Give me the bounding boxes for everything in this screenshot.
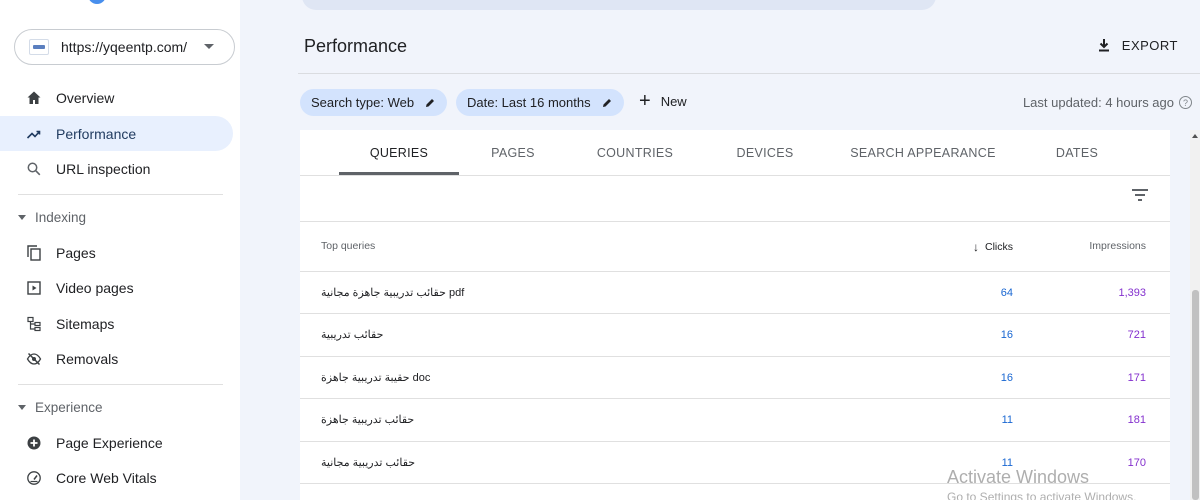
row-divider — [300, 356, 1170, 357]
plus-icon: + — [639, 90, 651, 112]
help-icon[interactable]: ? — [1179, 96, 1192, 109]
sidebar-item-core-web-vitals[interactable]: Core Web Vitals — [0, 460, 233, 495]
caret-down-icon — [18, 215, 26, 220]
table-row-query[interactable]: حقائب تدريبية — [321, 328, 383, 341]
property-url: https://yqeentp.com/ — [61, 39, 188, 55]
export-label: EXPORT — [1121, 37, 1178, 53]
caret-down-icon — [18, 405, 26, 410]
last-updated-text: Last updated: 4 hours ago — [1022, 95, 1174, 110]
sitemap-icon — [26, 316, 42, 332]
tab-devices[interactable]: DEVICES — [715, 130, 815, 175]
column-header-query: Top queries — [321, 240, 376, 252]
sidebar-item-label: Performance — [56, 125, 137, 142]
main-content: Performance EXPORT Search type: Web Date… — [240, 0, 1200, 500]
removals-icon — [26, 351, 42, 367]
new-label: New — [660, 93, 687, 109]
header-divider — [300, 271, 1170, 272]
search-icon — [26, 161, 42, 177]
last-updated: Last updated: 4 hours ago ? — [1023, 95, 1192, 110]
section-title: Experience — [35, 400, 103, 415]
sidebar-item-removals[interactable]: Removals — [0, 341, 233, 376]
table-row-impressions: 171 — [1127, 372, 1146, 384]
section-title: Indexing — [35, 210, 87, 225]
watermark-subtitle: Go to Settings to activate Windows. — [947, 490, 1137, 500]
tab-search-appearance[interactable]: SEARCH APPEARANCE — [843, 130, 1003, 175]
tab-queries[interactable]: QUERIES — [339, 130, 459, 175]
page-experience-icon — [26, 435, 42, 451]
sidebar-divider — [18, 194, 223, 195]
trending-up-icon — [26, 126, 42, 142]
video-pages-icon — [26, 280, 42, 296]
scroll-up-icon[interactable] — [1192, 134, 1198, 138]
filter-divider — [300, 221, 1170, 222]
sidebar-item-url-inspection[interactable]: URL inspection — [0, 151, 233, 186]
sidebar-item-label: Page Experience — [56, 434, 163, 451]
arrow-down-icon: ↓ — [973, 240, 979, 254]
chevron-down-icon — [204, 44, 214, 49]
windows-watermark: Activate Windows Go to Settings to activ… — [947, 467, 1136, 500]
sidebar-item-video-pages[interactable]: Video pages — [0, 270, 233, 305]
sidebar-item-label: Pages — [56, 244, 96, 261]
row-divider — [300, 398, 1170, 399]
search-bar[interactable] — [302, 0, 936, 10]
table-row-query[interactable]: حقائب تدريبية جاهزة — [321, 413, 414, 426]
sidebar-item-pages[interactable]: Pages — [0, 235, 233, 270]
pages-icon — [26, 244, 42, 261]
sidebar-item-performance[interactable]: Performance — [0, 116, 233, 151]
section-indexing[interactable]: Indexing — [18, 210, 86, 225]
chip-label: Search type: Web — [311, 95, 415, 110]
sidebar-item-page-experience[interactable]: Page Experience — [0, 425, 233, 460]
table-row-clicks: 16 — [1000, 372, 1013, 384]
tab-countries[interactable]: COUNTRIES — [585, 130, 685, 175]
tab-pages[interactable]: PAGES — [463, 130, 563, 175]
gauge-icon — [26, 470, 42, 486]
logo-icon — [88, 0, 106, 4]
sidebar-item-sitemaps[interactable]: Sitemaps — [0, 306, 233, 341]
page-title: Performance — [304, 36, 408, 56]
search-type-chip[interactable]: Search type: Web — [300, 89, 448, 116]
download-icon — [1098, 39, 1109, 52]
sidebar-item-label: Sitemaps — [56, 315, 115, 332]
table-row-clicks: 64 — [1000, 287, 1013, 299]
table-row-impressions: 181 — [1127, 414, 1146, 426]
table-row-query[interactable]: حقائب تدريبية مجانية — [321, 456, 415, 469]
table-row-query[interactable]: حقائب تدريبية جاهزة مجانية pdf — [321, 286, 464, 299]
date-chip[interactable]: Date: Last 16 months — [456, 89, 624, 116]
table-row-impressions: 721 — [1127, 329, 1146, 341]
filter-rows-icon[interactable] — [1130, 187, 1150, 203]
sidebar-divider — [18, 384, 223, 385]
report-card: QUERIES PAGES COUNTRIES DEVICES SEARCH A… — [300, 130, 1170, 500]
property-selector[interactable]: https://yqeentp.com/ — [14, 29, 235, 65]
table-row-clicks: 16 — [1000, 329, 1013, 341]
tab-dates[interactable]: DATES — [1027, 130, 1127, 175]
export-button[interactable]: EXPORT — [1096, 37, 1178, 53]
home-icon — [26, 90, 42, 106]
table-row-query[interactable]: حقيبة تدريبية جاهزة doc — [321, 371, 430, 384]
table-row-impressions: 1,393 — [1118, 287, 1146, 299]
edit-icon — [602, 98, 611, 107]
sidebar-item-label: Overview — [56, 89, 115, 106]
table-row-clicks: 11 — [1001, 414, 1013, 426]
chip-label: Date: Last 16 months — [467, 95, 591, 110]
new-filter-button[interactable]: + New — [639, 90, 687, 112]
site-favicon-icon — [29, 39, 49, 55]
header-divider — [298, 73, 1200, 74]
row-divider — [300, 313, 1170, 314]
sidebar-item-label: URL inspection — [56, 160, 151, 177]
scrollbar-thumb[interactable] — [1192, 290, 1199, 500]
tabs-divider — [300, 175, 1170, 176]
row-divider — [300, 441, 1170, 442]
sidebar-item-label: Core Web Vitals — [56, 469, 157, 486]
clicks-header-label: Clicks — [985, 241, 1013, 253]
column-header-impressions[interactable]: Impressions — [1089, 240, 1146, 252]
column-header-clicks[interactable]: ↓ Clicks — [973, 240, 1013, 254]
sidebar-item-overview[interactable]: Overview — [0, 80, 233, 115]
section-experience[interactable]: Experience — [18, 400, 103, 415]
watermark-title: Activate Windows — [947, 467, 1090, 487]
edit-icon — [426, 98, 435, 107]
sidebar-item-label: Video pages — [56, 279, 134, 296]
sidebar: https://yqeentp.com/ Overview Performanc… — [0, 0, 240, 500]
sidebar-item-label: Removals — [56, 350, 119, 367]
